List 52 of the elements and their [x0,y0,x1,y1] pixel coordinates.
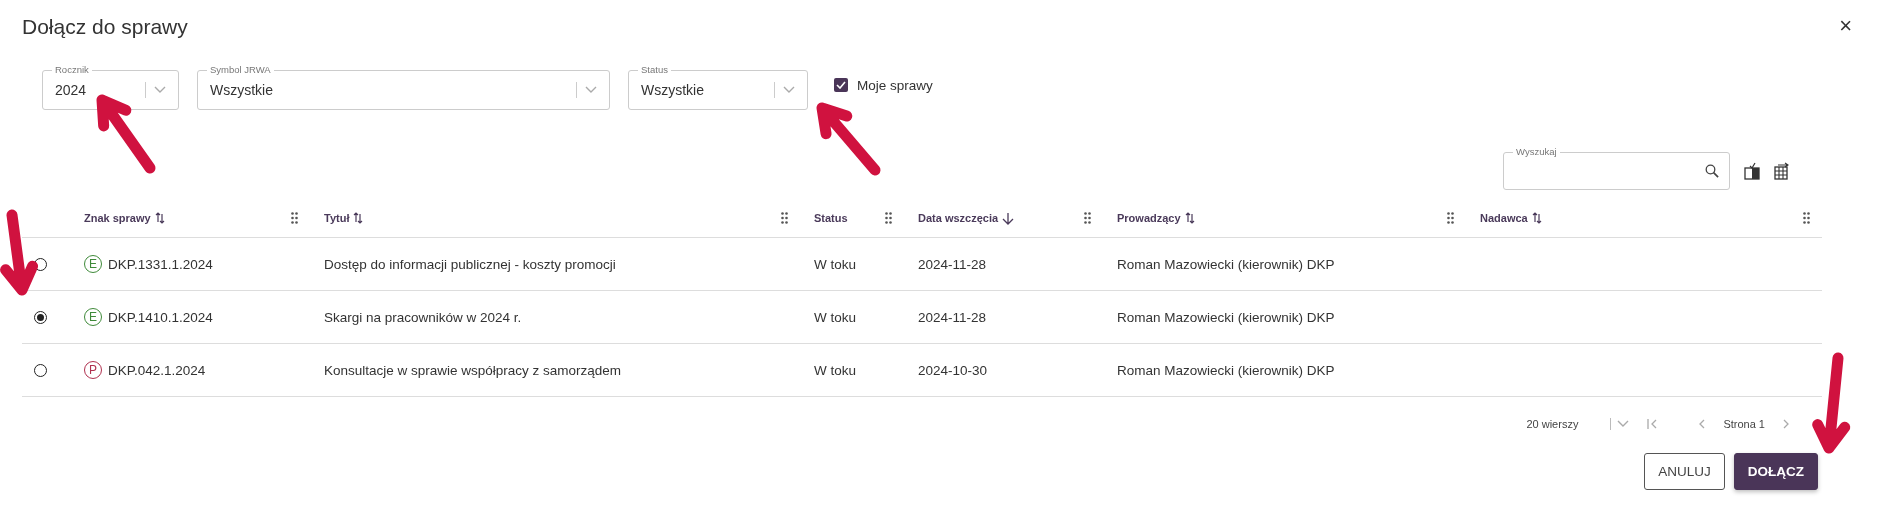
checkbox-label: Moje sprawy [857,77,933,93]
sort-icon[interactable] [154,212,165,224]
column-header[interactable]: Tytuł [324,212,350,224]
drag-handle-icon[interactable] [1084,212,1091,224]
chevron-down-icon [783,86,795,94]
field-label: Rocznik [52,64,92,75]
sort-icon[interactable] [1531,212,1542,224]
chevron-down-icon [154,86,166,94]
drag-handle-icon[interactable] [781,212,788,224]
search-icon[interactable] [1705,164,1719,178]
table-cell: W toku [814,362,856,378]
table-cell: Roman Mazowiecki (kierownik) DKP [1117,362,1335,378]
field-label: Status [638,64,671,75]
table-cell: W toku [814,256,856,272]
dialog-title: Dołącz do sprawy [22,14,188,39]
cancel-button[interactable]: ANULUJ [1644,453,1725,490]
table-cell: Roman Mazowiecki (kierownik) DKP [1117,309,1335,325]
drag-handle-icon[interactable] [1803,212,1810,224]
table-cell: 2024-10-30 [918,362,988,378]
table-cell: Skargi na pracowników w 2024 r. [324,309,522,325]
field-value: Wszystkie [641,82,705,98]
sort-descending-icon[interactable] [1002,211,1015,225]
field-label: Symbol JRWA [207,64,274,75]
column-header[interactable]: Prowadzący [1117,212,1181,224]
close-button[interactable]: × [1833,13,1858,39]
table-cell: DKP.042.1.2024 [108,362,206,378]
table-cell: 2024-11-28 [918,256,987,272]
sort-icon[interactable] [1184,212,1195,224]
drag-handle-icon[interactable] [885,212,892,224]
sort-icon[interactable] [353,212,364,224]
table-cell: Roman Mazowiecki (kierownik) DKP [1117,256,1335,272]
drag-handle-icon[interactable] [291,212,298,224]
table-cell: DKP.1410.1.2024 [108,309,213,325]
chevron-down-icon [585,86,597,94]
columns-icon[interactable] [1744,162,1760,180]
table-cell: 2024-11-28 [918,309,987,325]
table-cell: DKP.1331.1.2024 [108,256,213,272]
field-label: Wyszukaj [1513,146,1560,157]
column-header[interactable]: Data wszczęcia [918,212,999,224]
table-cell: Konsultacje w sprawie współpracy z samorządem [324,362,622,378]
column-header[interactable]: Status [814,212,848,224]
table-cell: W toku [814,309,856,325]
page-indicator: Strona 1 [1723,418,1765,430]
table-cell: Dostęp do informacji publicznej - koszty promocji [324,256,616,272]
field-value: Wszystkie [210,82,274,98]
join-button[interactable]: DOŁĄCZ [1733,453,1818,490]
drag-handle-icon[interactable] [1447,212,1454,224]
checkbox[interactable] [834,78,848,92]
column-header[interactable]: Nadawca [1480,212,1528,224]
field-value: 2024 [55,82,88,98]
rows-per-page-select[interactable]: 20 wierszy [1526,418,1579,430]
column-header[interactable]: Znak sprawy [84,212,151,224]
